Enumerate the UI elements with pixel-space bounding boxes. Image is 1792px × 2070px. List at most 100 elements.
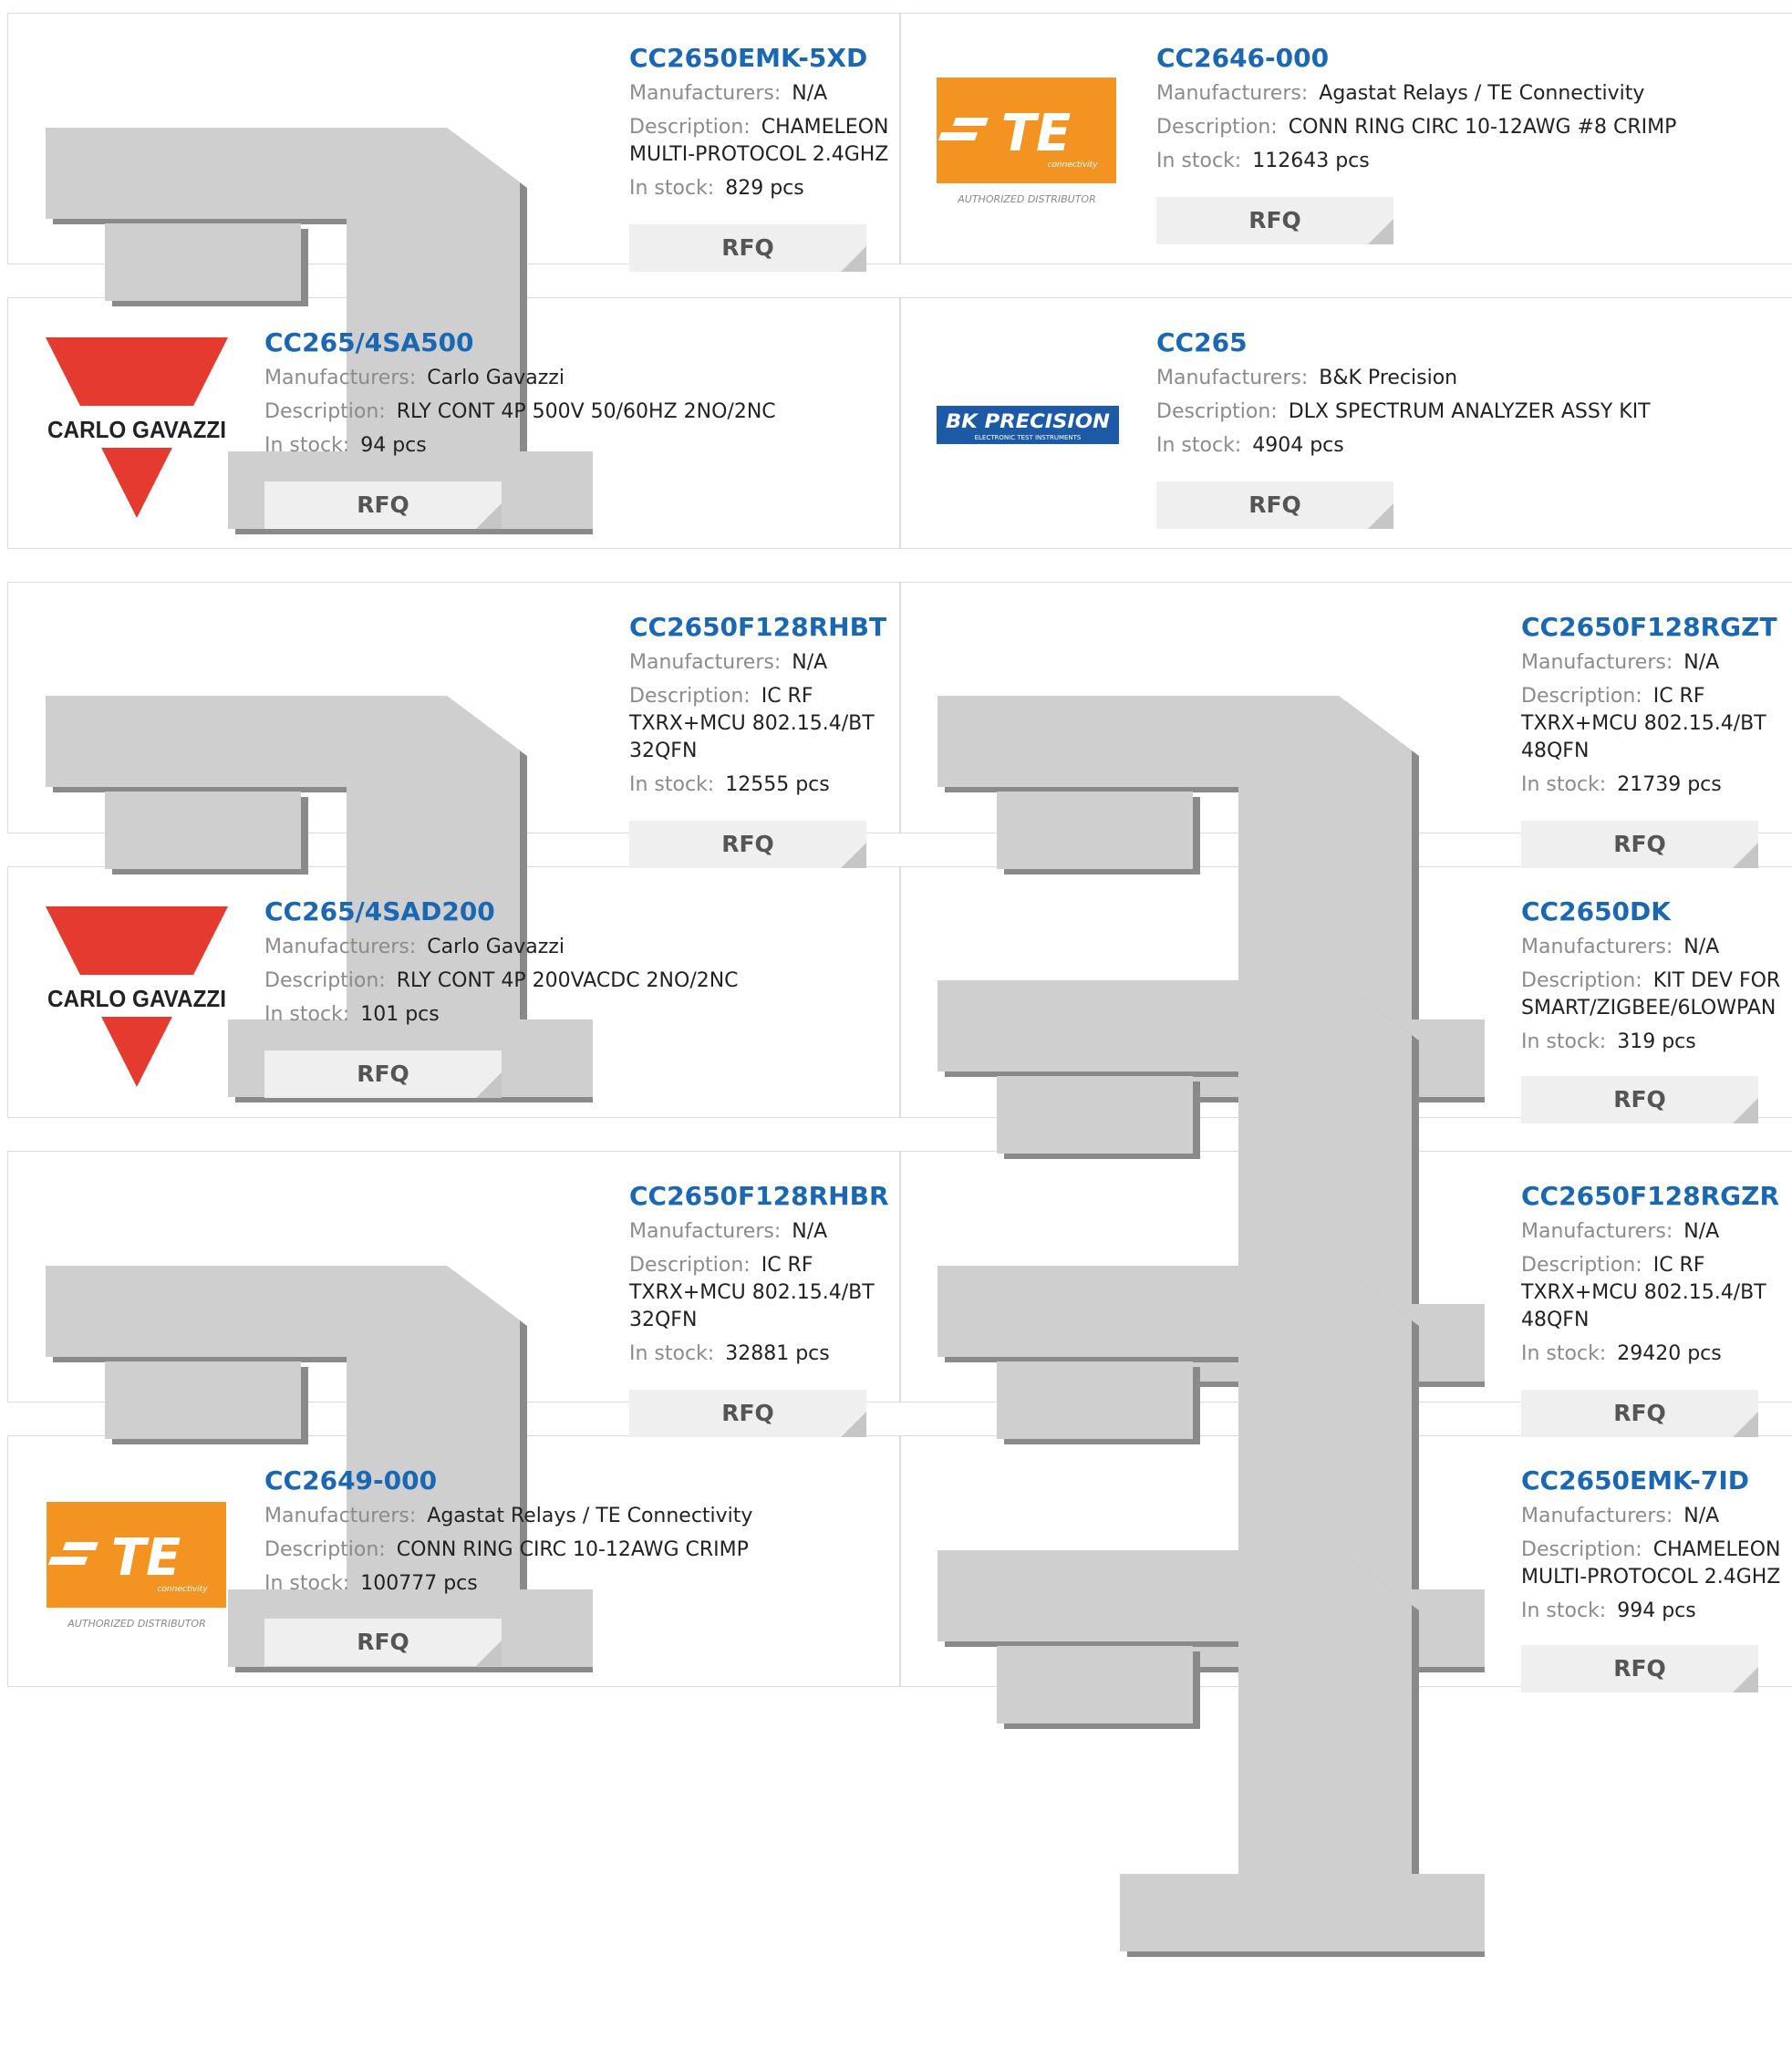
manufacturer-value: Carlo Gavazzi [427,367,565,389]
part-number-link[interactable]: CC2650DK [1521,894,1786,930]
rfq-button[interactable]: RFQ [1156,197,1393,244]
product-info: CC2650F128RHBT Manufacturers: N/A Descrip… [629,609,894,805]
stock-label: In stock: [1521,1030,1607,1053]
manufacturer-value: B&K Precision [1319,367,1458,389]
product-info: CC2650F128RGZT Manufacturers: N/A Descrip… [1521,609,1786,805]
rfq-label: RFQ [1248,207,1301,233]
description-row: Description: IC RF TXRX+MCU 802.15.4/BT 4… [1521,683,1786,765]
stock-value: 112643 pcs [1252,150,1370,172]
product-info: CC2646-000 Manufacturers: Agastat Relays … [1156,40,1786,181]
stock-label: In stock: [264,434,350,457]
rfq-label: RFQ [357,1061,409,1087]
stock-row: In stock: 100777 pcs [264,1570,894,1598]
button-corner [476,1640,502,1666]
description-row: Description: CONN RING CIRC 10-12AWG CRIM… [264,1537,894,1564]
button-corner [841,1412,866,1437]
manufacturer-label: Manufacturers: [1521,1220,1673,1243]
rfq-button[interactable]: RFQ [264,1619,502,1666]
te-connectivity-logo: TE connectivity AUTHORIZED DISTRIBUTOR [46,1502,228,1684]
stock-value: 829 pcs [725,177,804,200]
description-label: Description: [1521,685,1642,708]
part-number-link[interactable]: CC2646-000 [1156,40,1786,77]
rfq-button[interactable]: RFQ [1156,481,1393,529]
te-brand-text: TE [1001,104,1071,163]
description-value: DLX SPECTRUM ANALYZER ASSY KIT [1288,400,1651,423]
product-info: CC265/4SA500 Manufacturers: Carlo Gavazzi… [264,325,894,466]
rfq-button[interactable]: RFQ [1521,1390,1758,1437]
manufacturer-value: N/A [792,82,828,105]
rfq-button[interactable]: RFQ [629,224,866,272]
stock-label: In stock: [629,1342,715,1365]
part-number-link[interactable]: CC265 [1156,325,1786,361]
manufacturer-row: Manufacturers: N/A [1521,1503,1786,1530]
description-row: Description: DLX SPECTRUM ANALYZER ASSY K… [1156,398,1786,426]
manufacturer-value: Agastat Relays / TE Connectivity [1319,82,1645,105]
carlo-gavazzi-logo: CARLO GAVAZZI [46,906,228,1089]
part-number-link[interactable]: CC2649-000 [264,1463,894,1499]
description-label: Description: [1521,969,1642,992]
button-corner [841,246,866,272]
stock-label: In stock: [629,773,715,796]
stock-value: 100777 pcs [360,1572,478,1595]
manufacturer-row: Manufacturers: Carlo Gavazzi [264,365,894,392]
rfq-button[interactable]: RFQ [629,821,866,868]
rfq-label: RFQ [1613,1655,1666,1682]
rfq-button[interactable]: RFQ [1521,1645,1758,1692]
description-label: Description: [629,1254,751,1277]
stock-row: In stock: 21739 pcs [1521,771,1786,799]
product-info: CC265/4SAD200 Manufacturers: Carlo Gavazz… [264,894,894,1035]
button-corner [1733,843,1758,868]
product-info: CC2649-000 Manufacturers: Agastat Relays … [264,1463,894,1604]
stock-row: In stock: 12555 pcs [629,771,894,799]
description-row: Description: IC RF TXRX+MCU 802.15.4/BT 3… [629,1252,894,1334]
rfq-label: RFQ [1613,1400,1666,1426]
rfq-button[interactable]: RFQ [264,481,502,529]
part-number-link[interactable]: CC2650EMK-7ID [1521,1463,1786,1499]
manufacturer-row: Manufacturers: Agastat Relays / TE Connec… [264,1503,894,1530]
manufacturer-label: Manufacturers: [264,367,417,389]
manufacturer-row: Manufacturers: Agastat Relays / TE Connec… [1156,80,1786,108]
carlo-gavazzi-text: CARLO GAVAZZI [47,416,226,443]
manufacturer-row: Manufacturers: N/A [1521,649,1786,677]
placeholder-chip-image [937,1550,1485,1951]
description-label: Description: [1156,116,1278,139]
stock-row: In stock: 94 pcs [264,432,894,460]
description-row: Description: IC RF TXRX+MCU 802.15.4/BT 4… [1521,1252,1786,1334]
description-row: Description: KIT DEV FOR SMART/ZIGBEE/6LO… [1521,968,1786,1022]
stock-value: 94 pcs [360,434,427,457]
stock-label: In stock: [1521,773,1607,796]
product-info: CC2650EMK-5XD Manufacturers: N/A Descript… [629,40,894,209]
button-corner [1368,503,1393,529]
part-number-link[interactable]: CC265/4SAD200 [264,894,894,930]
part-number-link[interactable]: CC2650F128RHBT [629,609,894,646]
stock-label: In stock: [629,177,715,200]
stock-label: In stock: [1521,1599,1607,1622]
manufacturer-label: Manufacturers: [264,1505,417,1527]
description-row: Description: IC RF TXRX+MCU 802.15.4/BT 3… [629,683,894,765]
stock-value: 994 pcs [1617,1599,1696,1622]
rfq-button[interactable]: RFQ [264,1051,502,1098]
description-value: CONN RING CIRC 10-12AWG #8 CRIMP [1288,116,1677,139]
rfq-label: RFQ [1613,1086,1666,1113]
button-corner [1368,219,1393,244]
rfq-button[interactable]: RFQ [629,1390,866,1437]
description-row: Description: CHAMELEON MULTI-PROTOCOL 2.4… [1521,1537,1786,1591]
description-label: Description: [629,685,751,708]
part-number-link[interactable]: CC2650F128RGZR [1521,1178,1786,1215]
description-label: Description: [1156,400,1278,423]
manufacturer-label: Manufacturers: [1156,82,1309,105]
button-corner [1733,1412,1758,1437]
rfq-button[interactable]: RFQ [1521,1076,1758,1123]
manufacturer-label: Manufacturers: [1521,936,1673,958]
button-corner [841,843,866,868]
part-number-link[interactable]: CC265/4SA500 [264,325,894,361]
description-label: Description: [264,969,386,992]
part-number-link[interactable]: CC2650EMK-5XD [629,40,894,77]
rfq-button[interactable]: RFQ [1521,821,1758,868]
product-info: CC265 Manufacturers: B&K Precision Descri… [1156,325,1786,466]
part-number-link[interactable]: CC2650F128RHBR [629,1178,894,1215]
manufacturer-value: Agastat Relays / TE Connectivity [427,1505,753,1527]
manufacturer-label: Manufacturers: [1521,1505,1673,1527]
part-number-link[interactable]: CC2650F128RGZT [1521,609,1786,646]
manufacturer-row: Manufacturers: N/A [629,1218,894,1246]
